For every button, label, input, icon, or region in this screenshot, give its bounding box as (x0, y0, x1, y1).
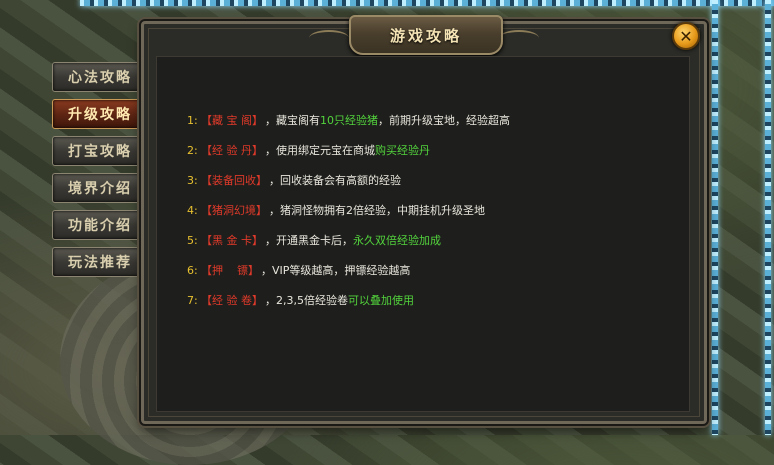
item-highlight: 10只经验猪 (320, 114, 378, 127)
content-panel: 1: 【藏 宝 阁】 ，藏宝阁有 10只经验猪 ，前期升级宝地，经验超高 2: … (156, 56, 690, 412)
list-item: 2: 【经 验 丹】 ，使用绑定元宝在商城 购买经验丹 (187, 135, 510, 165)
item-number: 6: (187, 263, 198, 277)
window-title: 游戏攻略 (389, 26, 462, 45)
item-text: ，猪洞怪物拥有2倍经验，中期挂机升级圣地 (269, 204, 485, 217)
item-number: 3: (187, 173, 198, 187)
tab-label: 升级攻略 (68, 107, 132, 123)
item-text: ，使用绑定元宝在商城 (265, 144, 375, 157)
item-tag: 【经 验 卷】 (201, 294, 263, 307)
item-number: 2: (187, 143, 198, 157)
title-ornament-left (309, 30, 349, 46)
side-tab-list: 心法攻略 升级攻略 打宝攻略 境界介绍 功能介绍 玩法推荐 (52, 62, 148, 284)
list-item: 7: 【经 验 卷】 ，2,3,5倍经验卷 可以叠加使用 (187, 285, 510, 315)
item-highlight: 购买经验丹 (375, 144, 430, 157)
list-item: 4: 【猪洞幻境】 ，猪洞怪物拥有2倍经验，中期挂机升级圣地 (187, 195, 510, 225)
chain-border-right-outer (765, 0, 771, 435)
list-item: 3: 【装备回收】 ，回收装备会有高额的经验 (187, 165, 510, 195)
item-tag: 【装备回收】 (201, 174, 267, 187)
item-number: 4: (187, 203, 198, 217)
close-button[interactable]: ✕ (672, 22, 700, 50)
item-highlight: 永久双倍经验加成 (353, 234, 441, 247)
item-text-suffix: ，前期升级宝地，经验超高 (378, 114, 510, 127)
chain-border-right-inner (712, 0, 718, 435)
item-number: 1: (187, 113, 198, 127)
guide-window: 游戏攻略 1: 【藏 宝 阁】 ，藏宝阁有 10只经验猪 ，前期升级宝地，经验超… (141, 15, 707, 424)
tab-label: 功能介绍 (68, 218, 132, 234)
list-item: 1: 【藏 宝 阁】 ，藏宝阁有 10只经验猪 ，前期升级宝地，经验超高 (187, 105, 510, 135)
title-plaque: 游戏攻略 (349, 15, 503, 55)
tab-realm-intro[interactable]: 境界介绍 (52, 173, 148, 203)
tab-gameplay-recommend[interactable]: 玩法推荐 (52, 247, 148, 277)
item-tag: 【经 验 丹】 (201, 144, 263, 157)
guide-list: 1: 【藏 宝 阁】 ，藏宝阁有 10只经验猪 ，前期升级宝地，经验超高 2: … (187, 105, 510, 315)
tab-label: 打宝攻略 (68, 144, 132, 160)
tab-feature-intro[interactable]: 功能介绍 (52, 210, 148, 240)
item-text: ，开通黑金卡后， (265, 234, 353, 247)
tab-label: 心法攻略 (68, 70, 132, 86)
item-tag: 【押 镖】 (201, 264, 259, 277)
item-text: ，VIP等级越高，押镖经验越高 (261, 264, 411, 277)
chain-border-top (80, 0, 774, 6)
tab-label: 境界介绍 (68, 181, 132, 197)
item-tag: 【黑 金 卡】 (201, 234, 263, 247)
item-highlight: 可以叠加使用 (348, 294, 414, 307)
item-number: 5: (187, 233, 198, 247)
title-ornament-right (499, 30, 539, 46)
tab-xinfa-guide[interactable]: 心法攻略 (52, 62, 148, 92)
item-number: 7: (187, 293, 198, 307)
tab-leveling-guide[interactable]: 升级攻略 (52, 99, 148, 129)
list-item: 5: 【黑 金 卡】 ，开通黑金卡后， 永久双倍经验加成 (187, 225, 510, 255)
item-tag: 【猪洞幻境】 (201, 204, 267, 217)
item-text: ，藏宝阁有 (265, 114, 320, 127)
item-tag: 【藏 宝 阁】 (201, 114, 263, 127)
item-text: ，回收装备会有高额的经验 (269, 174, 401, 187)
tab-label: 玩法推荐 (68, 255, 132, 271)
close-icon: ✕ (679, 26, 693, 46)
tab-treasure-guide[interactable]: 打宝攻略 (52, 136, 148, 166)
list-item: 6: 【押 镖】 ，VIP等级越高，押镖经验越高 (187, 255, 510, 285)
item-text: ，2,3,5倍经验卷 (265, 294, 348, 307)
